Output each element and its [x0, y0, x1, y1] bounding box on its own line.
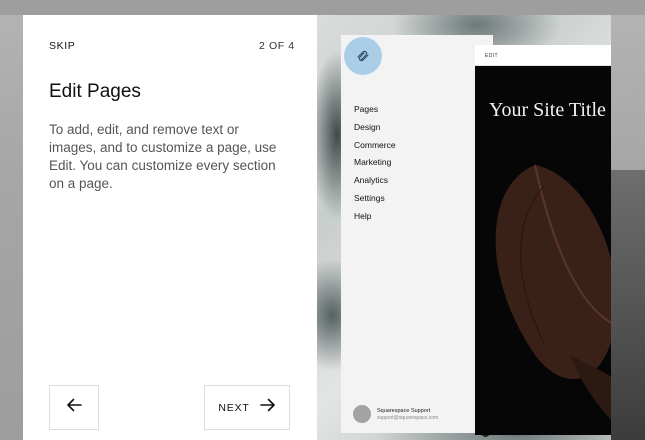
nav-item-settings: Settings — [354, 192, 385, 203]
nav-item-help: Help — [354, 210, 372, 221]
nav-item-commerce: Commerce — [354, 139, 396, 150]
squarespace-logo-icon — [344, 37, 382, 75]
step-title: Edit Pages — [49, 81, 141, 102]
nav-item-pages: Pages — [354, 104, 379, 114]
leaf-image — [495, 164, 611, 421]
nav-item-analytics: Analytics — [354, 175, 389, 186]
nav-item-design: Design — [354, 121, 381, 132]
onboarding-modal: SKIP 2 OF 4 Edit Pages To add, edit, and… — [23, 15, 611, 440]
site-title: Your Site Title — [489, 99, 606, 121]
next-button-label: NEXT — [218, 401, 250, 414]
background-image-strip — [611, 170, 645, 440]
next-button[interactable]: NEXT — [204, 385, 290, 430]
background-top-bar — [0, 0, 645, 15]
step-counter: 2 OF 4 — [259, 40, 295, 52]
edit-label: EDIT — [485, 53, 498, 59]
preview-sidebar: Pages Design Commerce Marketing Analytic… — [341, 35, 493, 437]
arrow-right-icon — [259, 398, 276, 417]
nav-item-marketing: Marketing — [354, 157, 392, 168]
support-name: Squarespace Support — [377, 407, 431, 414]
preview-nav: Pages Design Commerce Marketing Analytic… — [354, 103, 396, 228]
site-preview: EDIT Your Site Title — [475, 45, 611, 435]
support-contact: Squarespace Support support@squarespace.… — [353, 405, 438, 423]
support-email: support@squarespace.com — [377, 414, 439, 421]
avatar — [353, 405, 371, 423]
site-toolbar: EDIT — [475, 45, 611, 66]
preview-image: Pages Design Commerce Marketing Analytic… — [317, 15, 611, 440]
step-description: To add, edit, and remove text or images,… — [49, 122, 277, 191]
back-button[interactable] — [49, 385, 99, 430]
onboarding-text-panel: SKIP 2 OF 4 Edit Pages To add, edit, and… — [23, 15, 317, 440]
arrow-left-icon — [66, 398, 82, 417]
skip-button[interactable]: SKIP — [49, 40, 75, 52]
